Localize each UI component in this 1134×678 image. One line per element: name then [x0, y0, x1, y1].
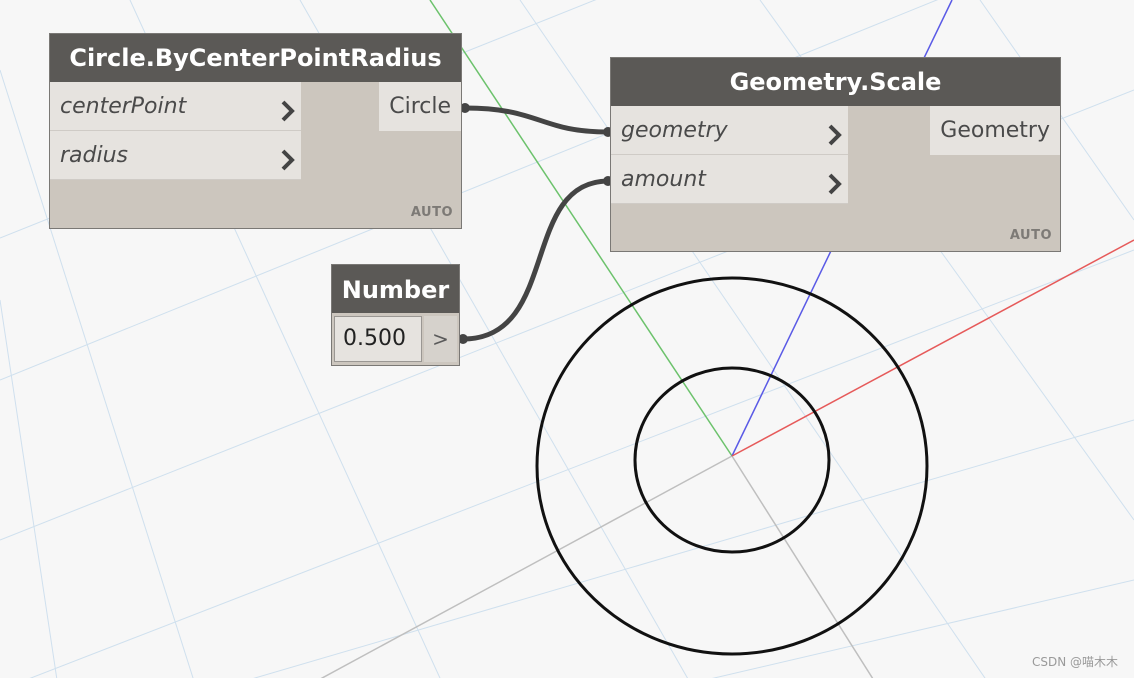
- circle-by-center-point-radius-node[interactable]: Circle.ByCenterPointRadius centerPoint r…: [49, 33, 462, 229]
- input-port-geometry[interactable]: geometry: [611, 106, 848, 155]
- port-label: geometry: [621, 118, 728, 143]
- input-port-centerpoint[interactable]: centerPoint: [50, 82, 301, 131]
- number-output-arrow[interactable]: >: [424, 316, 457, 362]
- wire-circle-to-geometry[interactable]: [464, 105, 609, 135]
- output-port-circle[interactable]: Circle: [379, 82, 461, 131]
- chevron-right-icon: [281, 140, 295, 189]
- port-label: amount: [621, 167, 706, 192]
- wire-number-to-amount[interactable]: [462, 178, 609, 342]
- outer-circle-geometry: [535, 276, 929, 656]
- lacing-label[interactable]: AUTO: [1010, 228, 1052, 243]
- output-port-geometry[interactable]: Geometry: [930, 106, 1060, 155]
- x-axis: [731, 239, 1134, 457]
- geometry-scale-node[interactable]: Geometry.Scale geometry amount Geometry …: [610, 57, 1061, 252]
- input-port-radius[interactable]: radius: [50, 131, 301, 180]
- port-label: centerPoint: [60, 94, 187, 119]
- watermark: CSDN @喵木木: [1031, 655, 1118, 669]
- node-title[interactable]: Circle.ByCenterPointRadius: [50, 34, 461, 82]
- scaled-circle-geometry: [633, 366, 831, 554]
- grid-line: [29, 249, 1134, 678]
- port-label: radius: [60, 143, 129, 168]
- lacing-label[interactable]: AUTO: [411, 205, 453, 220]
- chevron-right-icon: [828, 164, 842, 213]
- number-node[interactable]: Number 0.500 >: [331, 264, 460, 366]
- number-value-input[interactable]: 0.500: [334, 316, 422, 362]
- node-title[interactable]: Number: [332, 265, 459, 313]
- grid-line: [0, 299, 58, 678]
- input-port-amount[interactable]: amount: [611, 155, 848, 204]
- node-title[interactable]: Geometry.Scale: [611, 58, 1060, 106]
